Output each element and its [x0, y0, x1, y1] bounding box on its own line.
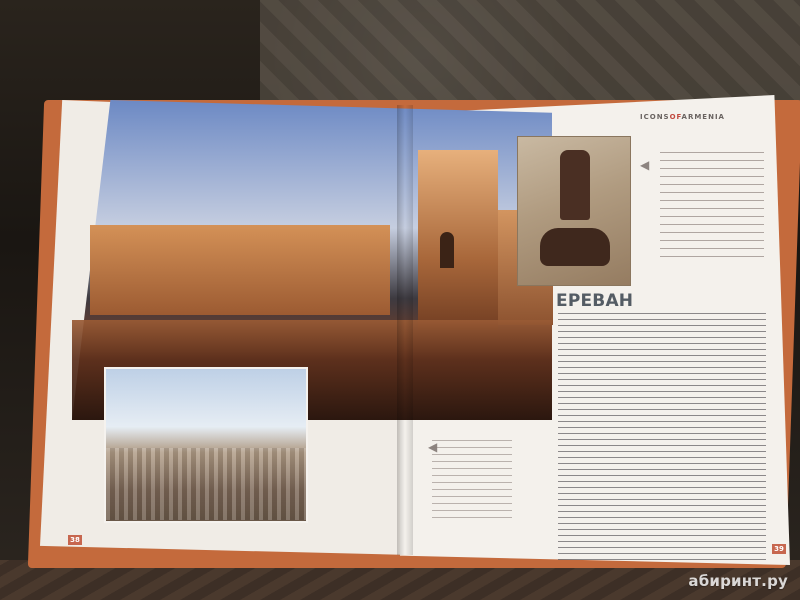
photo-tower-window — [440, 232, 454, 268]
book-spine-shadow — [397, 105, 413, 555]
article-title: ЕРЕВАН — [556, 291, 634, 311]
series-header-connector: OF — [669, 113, 682, 121]
relief-caption-text-block — [660, 152, 764, 262]
caption-arrow-right: ◀ — [640, 158, 650, 172]
photo-caption-text-block — [432, 440, 512, 520]
series-header-suffix: ARMENIA — [681, 113, 725, 121]
page-number-left: 38 — [68, 535, 82, 545]
photo-building-left — [90, 225, 390, 315]
series-header: ICONSOFARMENIA — [640, 113, 725, 121]
series-header-prefix: ICONS — [640, 113, 670, 121]
watermark-text: абиринт.ру — [688, 572, 788, 590]
relief-figure — [560, 150, 590, 220]
relief-lion — [540, 228, 610, 266]
article-body-text-block — [558, 313, 766, 561]
page-number-right: 39 — [772, 544, 786, 554]
photo-clock-tower — [418, 150, 498, 330]
inset-city-texture — [106, 448, 306, 520]
